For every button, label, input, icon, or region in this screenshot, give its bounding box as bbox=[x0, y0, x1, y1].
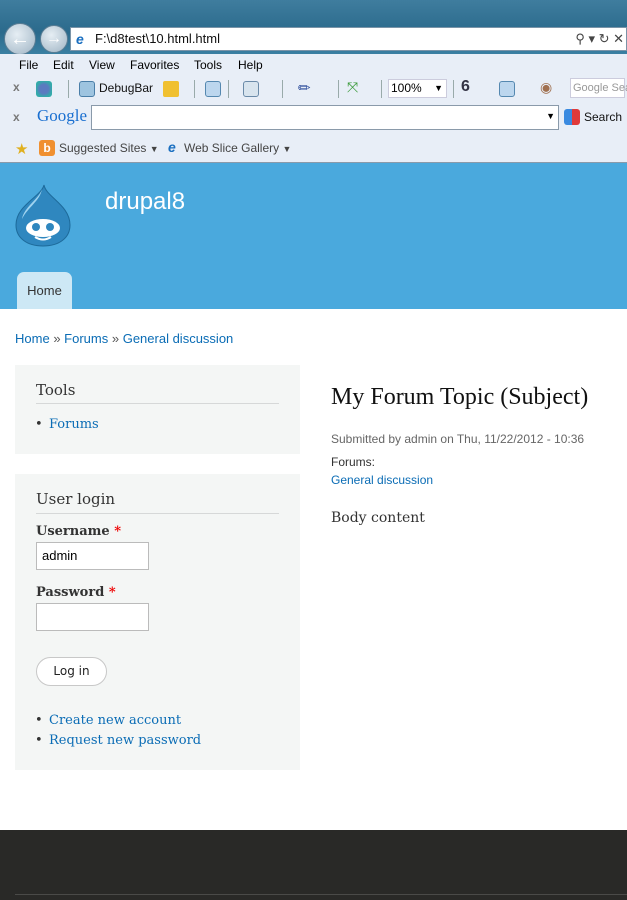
site-name-link[interactable]: drupal8 bbox=[105, 188, 185, 216]
google-search-input[interactable]: ▼ bbox=[91, 105, 559, 130]
ie-tools-icon[interactable] bbox=[163, 81, 179, 97]
debugbar-icon bbox=[79, 81, 95, 97]
back-button[interactable]: ← bbox=[4, 23, 36, 55]
address-bar[interactable]: e F:\d8test\10.html.html ⚲ ▾ ↻ ✕ bbox=[70, 27, 627, 51]
tools-forums-link[interactable]: Forums bbox=[49, 417, 99, 432]
script-icon[interactable] bbox=[499, 81, 515, 97]
ie-page-icon: e bbox=[76, 31, 84, 47]
request-password-link[interactable]: Request new password bbox=[49, 733, 201, 748]
search-refresh-stop-icons[interactable]: ⚲ ▾ ↻ ✕ bbox=[575, 28, 624, 50]
user-login-block: User login Username * admin Password * L… bbox=[15, 474, 300, 770]
page-title: My Forum Topic (Subject) bbox=[331, 384, 589, 410]
mail-icon[interactable] bbox=[243, 81, 259, 97]
forum-term-link[interactable]: General discussion bbox=[331, 473, 433, 487]
google-search-box[interactable]: Google Sea bbox=[570, 78, 627, 98]
tools-block: Tools • Forums bbox=[15, 365, 300, 454]
block-title: User login bbox=[36, 490, 116, 508]
menu-view[interactable]: View bbox=[89, 58, 115, 72]
resize-icon[interactable]: ⤧ bbox=[347, 79, 358, 96]
body-content: Body content bbox=[331, 510, 425, 526]
breadcrumb-general-discussion[interactable]: General discussion bbox=[123, 331, 234, 346]
color-picker-icon[interactable]: ✏ bbox=[298, 79, 311, 97]
validate-icon[interactable] bbox=[205, 81, 221, 97]
password-input[interactable] bbox=[36, 603, 149, 631]
menu-edit[interactable]: Edit bbox=[53, 58, 74, 72]
password-label: Password * bbox=[36, 585, 116, 600]
ie6-icon[interactable]: 6 bbox=[461, 78, 470, 96]
block-title: Tools bbox=[36, 381, 76, 399]
zoom-select[interactable]: 100% ▼ bbox=[388, 79, 447, 98]
google-search-button[interactable]: Search bbox=[584, 110, 622, 124]
suggested-sites-link[interactable]: Suggested Sites ▼ bbox=[59, 141, 159, 155]
login-button[interactable]: Log in bbox=[36, 657, 107, 686]
favorites-star-icon[interactable]: ★ bbox=[15, 140, 28, 158]
eye-icon[interactable]: ◉ bbox=[540, 79, 552, 96]
close-google-bar-icon[interactable]: x bbox=[13, 110, 20, 124]
apps-icon[interactable] bbox=[36, 81, 52, 97]
breadcrumb: Home » Forums » General discussion bbox=[15, 331, 234, 346]
site-header bbox=[0, 163, 627, 309]
breadcrumb-forums[interactable]: Forums bbox=[64, 331, 108, 346]
close-toolbar-icon[interactable]: x bbox=[13, 80, 20, 94]
create-account-link[interactable]: Create new account bbox=[49, 713, 181, 728]
footer-divider bbox=[15, 894, 627, 895]
username-label: Username * bbox=[36, 524, 122, 539]
site-footer bbox=[0, 830, 627, 900]
menu-favorites[interactable]: Favorites bbox=[130, 58, 179, 72]
forward-button[interactable]: → bbox=[40, 25, 68, 53]
web-slice-gallery-link[interactable]: Web Slice Gallery ▼ bbox=[184, 141, 291, 155]
debugbar-button[interactable]: DebugBar bbox=[99, 81, 153, 95]
menu-file[interactable]: File bbox=[19, 58, 38, 72]
google-logo: Google bbox=[37, 106, 88, 125]
menu-help[interactable]: Help bbox=[238, 58, 263, 72]
submitted-info: Submitted by admin on Thu, 11/22/2012 - … bbox=[331, 432, 585, 446]
menu-tools[interactable]: Tools bbox=[194, 58, 222, 72]
bing-icon: b bbox=[39, 140, 55, 156]
username-input[interactable]: admin bbox=[36, 542, 149, 570]
web-slice-icon: e bbox=[168, 139, 176, 155]
breadcrumb-home[interactable]: Home bbox=[15, 331, 50, 346]
google-search-icon bbox=[564, 109, 580, 125]
forums-label: Forums: bbox=[331, 455, 376, 469]
nav-tab-home[interactable]: Home bbox=[17, 272, 72, 309]
address-text: F:\d8test\10.html.html bbox=[95, 31, 220, 46]
drupal-logo[interactable] bbox=[14, 183, 72, 247]
